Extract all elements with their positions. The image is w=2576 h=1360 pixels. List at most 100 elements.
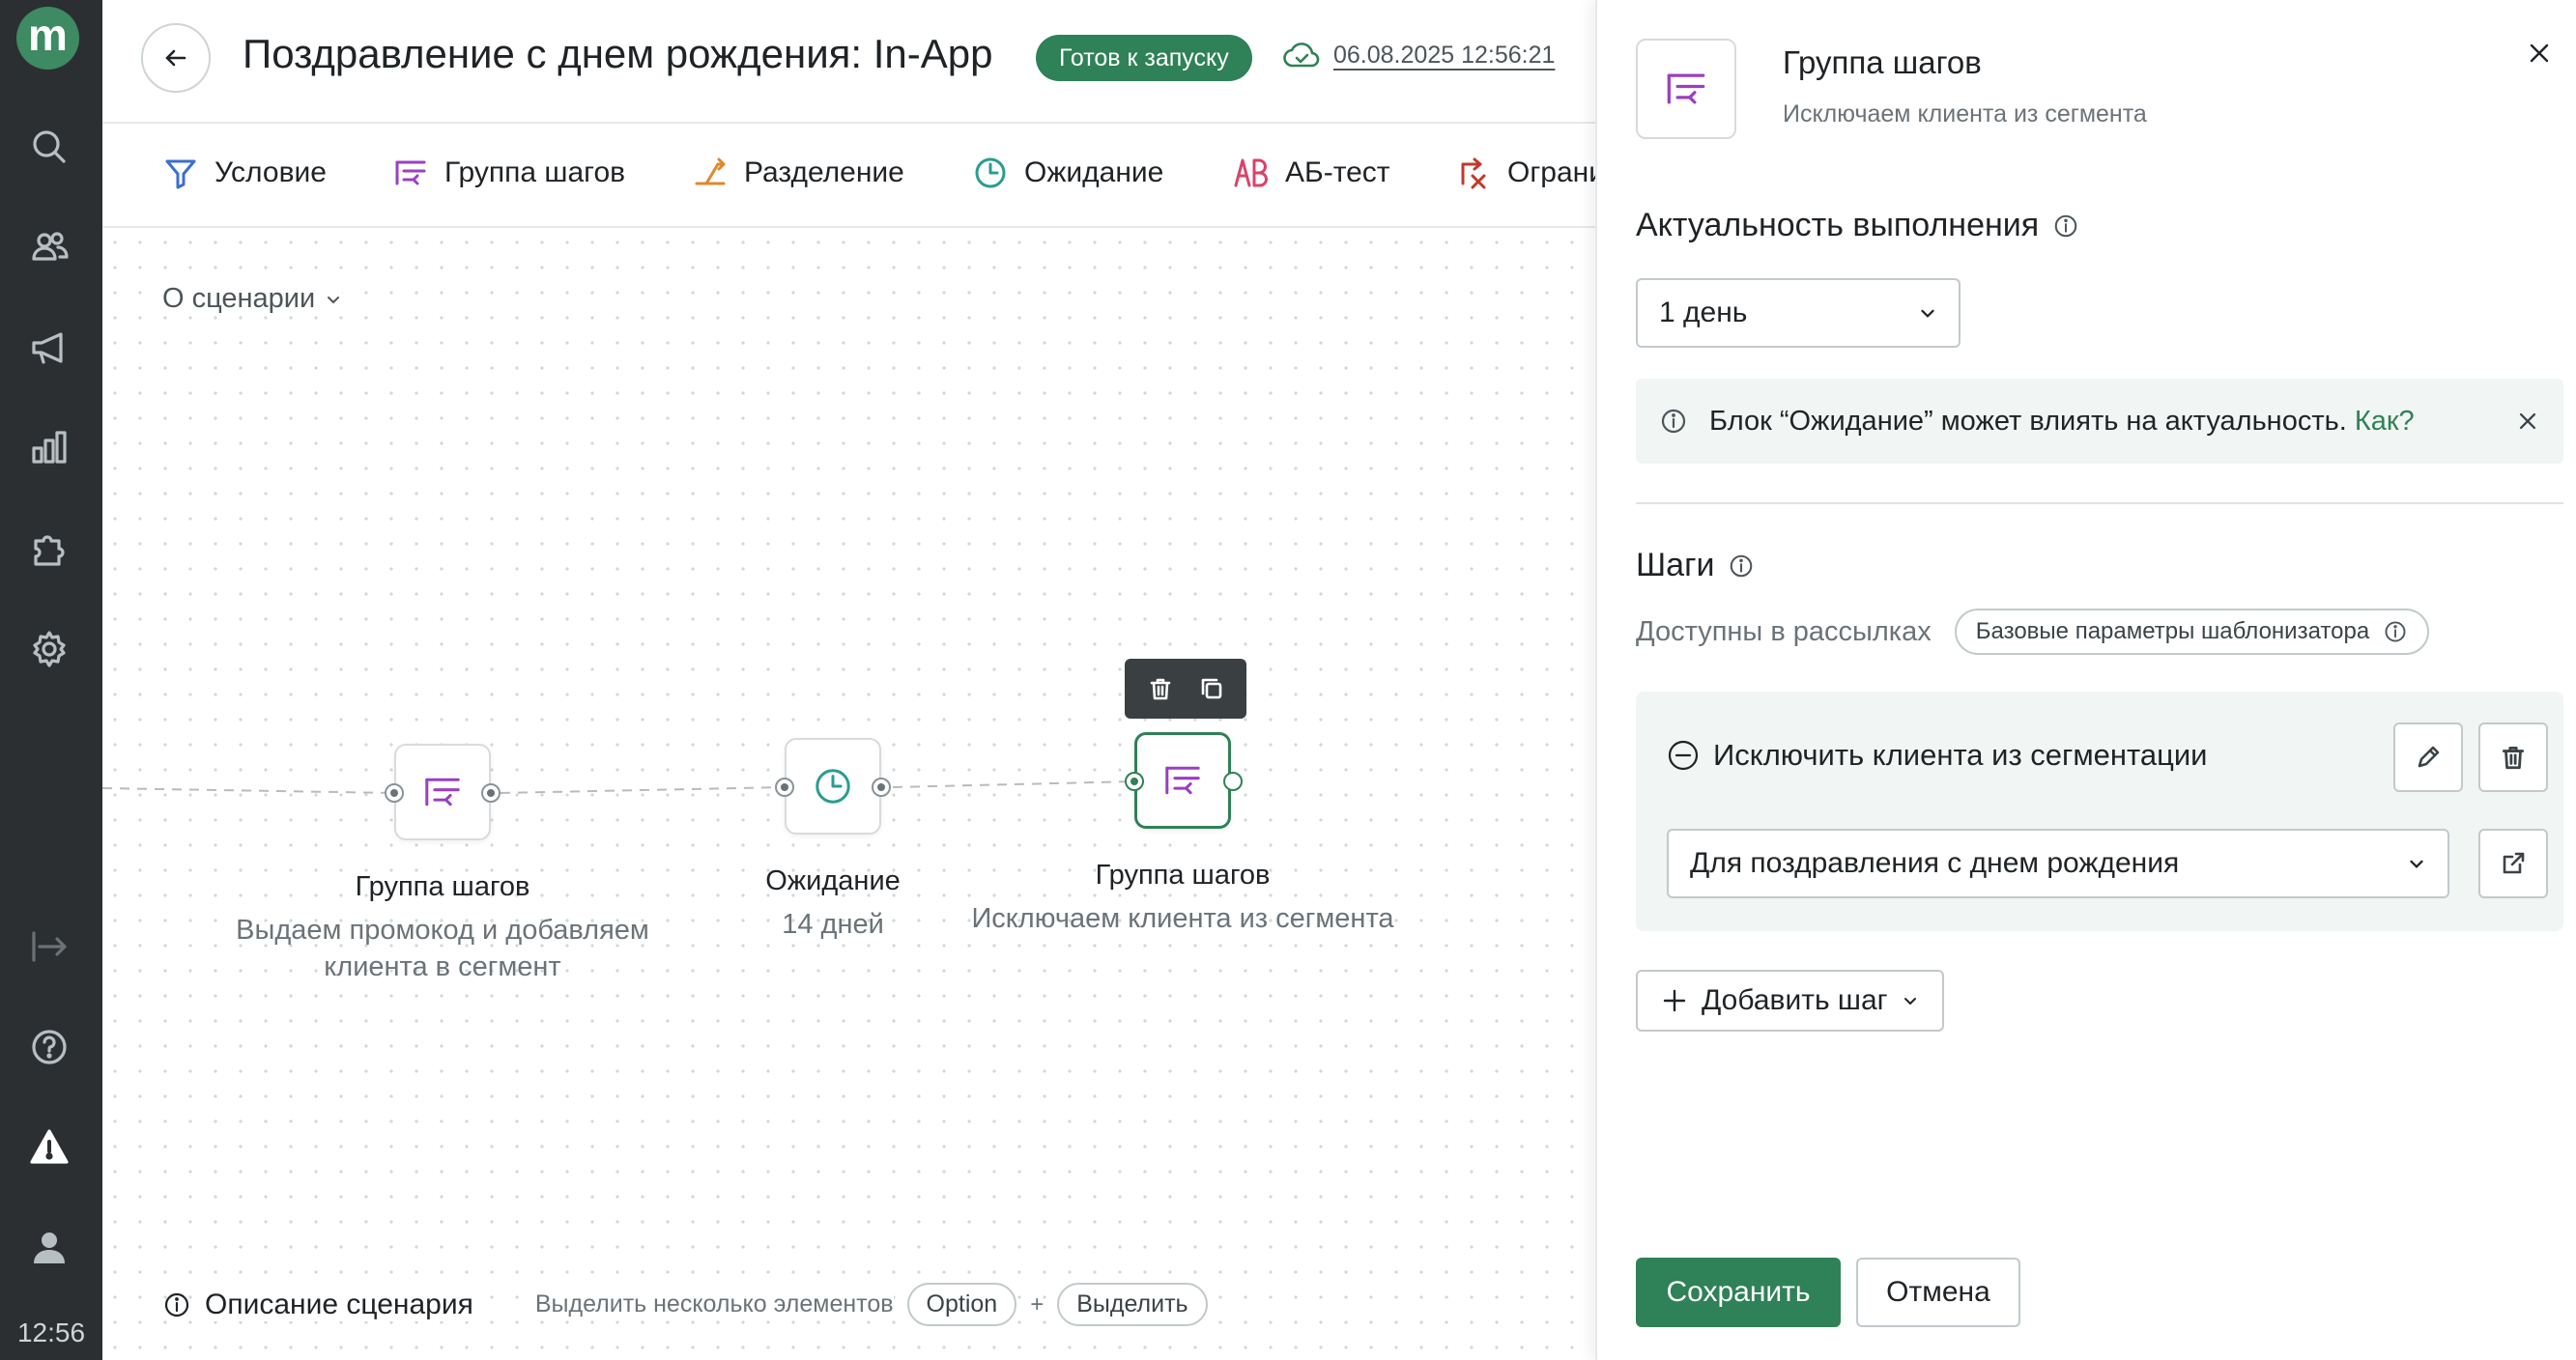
- minus-circle-icon: [1668, 740, 1699, 771]
- canvas-bottom-bar: Описание сценария Выделить несколько эле…: [162, 1283, 1208, 1326]
- warning-icon[interactable]: [24, 1122, 74, 1173]
- analytics-icon[interactable]: [24, 423, 74, 473]
- key-plus: +: [1030, 1290, 1045, 1318]
- ab-test-icon: [1234, 158, 1268, 187]
- node-subtitle: Выдаем промокод и добавляем клиента в се…: [236, 915, 649, 982]
- key-option: Option: [906, 1283, 1017, 1326]
- step-group-icon: [1165, 766, 1200, 795]
- step-group-icon: [395, 160, 426, 185]
- step-title: Исключить клиента из сегментации: [1667, 738, 2208, 773]
- clock-icon: [975, 157, 1006, 188]
- app-sidebar: m 12:56: [0, 0, 102, 1360]
- edit-step-button[interactable]: [2393, 722, 2463, 792]
- saved-indicator[interactable]: 06.08.2025 12:56:21: [1283, 41, 1555, 70]
- divider: [1636, 502, 2563, 504]
- copy-icon[interactable]: [1198, 675, 1225, 702]
- back-button[interactable]: [141, 23, 211, 93]
- tool-label: АБ-тест: [1285, 156, 1390, 188]
- relevance-heading: Актуальность выполнения: [1636, 207, 2079, 244]
- trash-icon: [2502, 746, 2525, 770]
- tool-label: Условие: [215, 156, 327, 188]
- chevron-down-icon: [2410, 860, 2423, 868]
- split-icon: [695, 157, 726, 185]
- steps-heading-text: Шаги: [1636, 547, 1715, 583]
- step-group-icon: [425, 778, 460, 807]
- profile-icon[interactable]: [24, 1223, 74, 1273]
- filter-icon: [165, 159, 196, 189]
- help-icon[interactable]: [24, 1022, 74, 1072]
- add-step-button[interactable]: Добавить шаг: [1636, 970, 1944, 1032]
- notice-how-link[interactable]: Как?: [2355, 406, 2415, 437]
- tool-split[interactable]: Разделение: [692, 155, 904, 191]
- node-output-port-empty[interactable]: [1223, 772, 1243, 791]
- node-output-port[interactable]: [481, 783, 501, 803]
- cancel-button[interactable]: Отмена: [1856, 1258, 2020, 1327]
- relevance-heading-text: Актуальность выполнения: [1636, 207, 2040, 243]
- relevance-select[interactable]: 1 день: [1636, 278, 1961, 348]
- close-icon[interactable]: [2525, 39, 2554, 68]
- node-output-port[interactable]: [872, 778, 891, 797]
- tool-label: Группа шагов: [444, 156, 626, 188]
- step-title-text: Исключить клиента из сегментации: [1713, 738, 2208, 772]
- info-icon: [164, 1292, 189, 1317]
- limit-icon: [1461, 157, 1486, 189]
- block-settings-panel: Группа шагов Исключаем клиента из сегмен…: [1595, 0, 2576, 1360]
- panel-subtitle[interactable]: Исключаем клиента из сегмента: [1783, 100, 2147, 128]
- tool-step-group[interactable]: Группа шагов: [392, 155, 625, 191]
- workflow-node-step-group[interactable]: [394, 744, 491, 840]
- workflow-node-step-group-selected[interactable]: [1134, 732, 1231, 829]
- status-badge: Готов к запуску: [1036, 35, 1252, 81]
- wait-block-notice: Блок “Ожидание” может влиять на актуальн…: [1636, 379, 2563, 464]
- campaigns-icon[interactable]: [24, 323, 74, 373]
- save-button[interactable]: Сохранить: [1636, 1258, 1841, 1327]
- node-input-port[interactable]: [1125, 772, 1144, 791]
- workflow-node-wait[interactable]: [785, 738, 881, 835]
- open-segment-button[interactable]: [2478, 829, 2548, 898]
- plus-icon: [1663, 989, 1686, 1012]
- tool-label: Ограни: [1507, 156, 1595, 188]
- tool-label: Ожидание: [1024, 156, 1164, 188]
- delete-step-button[interactable]: [2478, 722, 2548, 792]
- arrow-left-icon: [165, 49, 186, 67]
- tool-wait[interactable]: Ожидание: [972, 155, 1163, 191]
- tool-ab-test[interactable]: АБ-тест: [1233, 155, 1390, 191]
- page-header: Поздравление с днем рождения: In-App Гот…: [102, 0, 1595, 124]
- info-icon: [2385, 621, 2406, 642]
- collapse-sidebar-icon[interactable]: [24, 921, 74, 972]
- notice-text: Блок “Ожидание” может влиять на актуальн…: [1709, 405, 2347, 437]
- node-input-port[interactable]: [385, 783, 404, 803]
- integrations-icon[interactable]: [24, 524, 74, 574]
- users-icon[interactable]: [24, 222, 74, 272]
- relevance-value: 1 день: [1659, 297, 1748, 328]
- external-link-icon: [2503, 852, 2525, 874]
- scenario-description-link[interactable]: Описание сценария: [205, 1288, 473, 1321]
- info-icon[interactable]: [1728, 552, 1755, 580]
- step-card: Исключить клиента из сегментации Для поз…: [1636, 692, 2563, 931]
- clock-icon: [816, 769, 850, 804]
- panel-block-icon: [1636, 39, 1736, 139]
- close-icon[interactable]: [2515, 409, 2540, 434]
- settings-icon[interactable]: [24, 624, 74, 674]
- tool-limit[interactable]: Ограни: [1455, 155, 1595, 191]
- available-label: Доступны в рассылках: [1636, 615, 1932, 647]
- chip-label: Базовые параметры шаблонизатора: [1975, 618, 2370, 644]
- node-input-port[interactable]: [775, 778, 794, 797]
- clock-time: 12:56: [16, 1318, 86, 1347]
- node-subtitle: 14 дней: [782, 909, 884, 940]
- trash-icon[interactable]: [1147, 675, 1174, 702]
- node-title: Группа шагов: [355, 871, 530, 902]
- cloud-check-icon: [1283, 42, 1320, 68]
- step-group-icon: [1667, 73, 1705, 104]
- steps-heading: Шаги: [1636, 547, 1755, 584]
- workflow-canvas[interactable]: О сценарии Группа шагов Выдаем промокод …: [102, 230, 1595, 1360]
- chevron-down-icon: [1903, 998, 1916, 1006]
- node-actions-toolbar: [1125, 659, 1246, 719]
- info-icon: [1661, 409, 1686, 434]
- tool-condition[interactable]: Условие: [162, 155, 327, 191]
- template-params-chip[interactable]: Базовые параметры шаблонизатора: [1954, 609, 2430, 655]
- segment-select[interactable]: Для поздравления с днем рождения: [1667, 829, 2449, 898]
- search-icon[interactable]: [24, 122, 74, 172]
- app-logo[interactable]: m: [16, 7, 79, 70]
- info-icon[interactable]: [2052, 212, 2079, 240]
- saved-timestamp[interactable]: 06.08.2025 12:56:21: [1333, 42, 1555, 70]
